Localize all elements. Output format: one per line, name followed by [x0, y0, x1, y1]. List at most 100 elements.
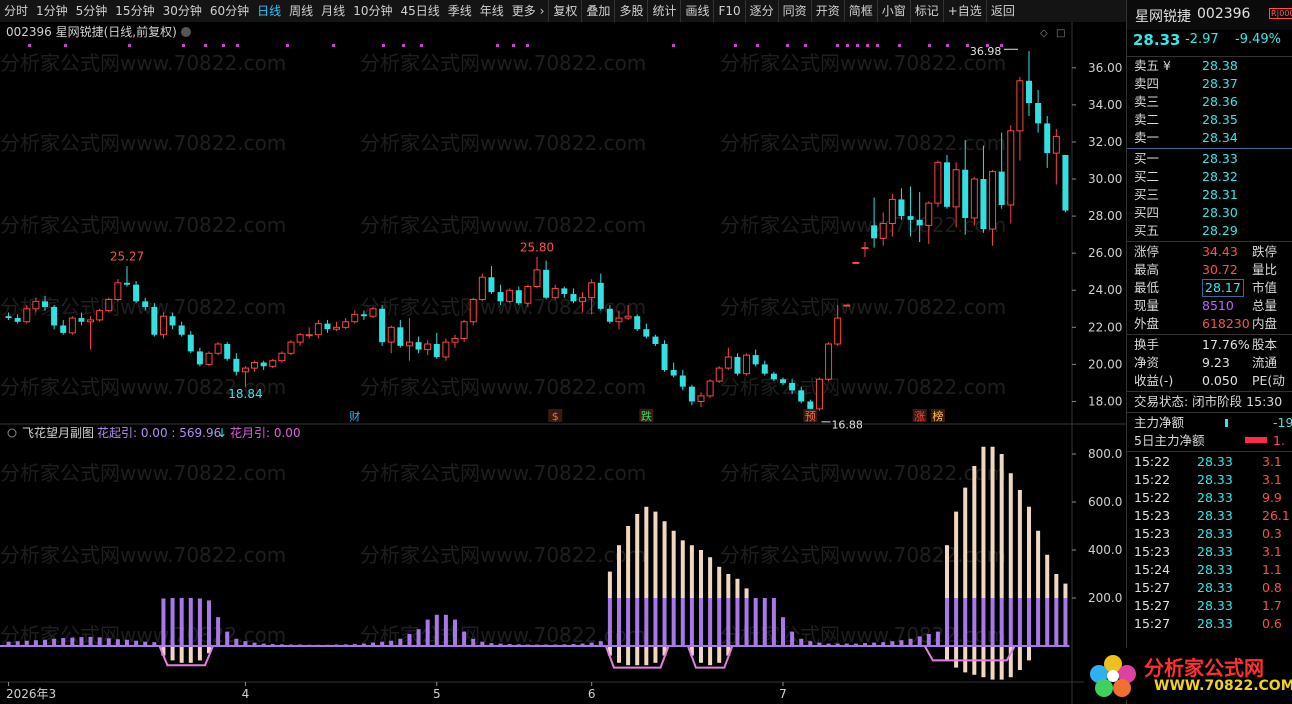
candle-body-95 — [871, 225, 878, 239]
candle-body-36 — [333, 326, 341, 330]
book-mid-line — [1127, 148, 1292, 149]
period-tab-10[interactable]: 45日线 — [396, 0, 443, 22]
tick-vol-0: 3.1 — [1262, 454, 1282, 469]
tick-row-9: 15:27 28.33 0.6 — [1127, 615, 1292, 633]
stat2-label-0: 换手 — [1134, 337, 1160, 352]
candle-body-100 — [916, 219, 923, 226]
candle-body-112 — [1026, 80, 1032, 104]
divider-stats2 — [1127, 391, 1292, 392]
candle-body-28 — [260, 362, 267, 367]
candle-body-20 — [187, 334, 194, 352]
flow-row-0: 主力净额 -19. — [1127, 414, 1292, 432]
tool-button-6[interactable]: 逐分 — [744, 0, 778, 22]
period-tab-13[interactable]: 更多 › — [508, 0, 549, 22]
bid-label-0: 买一 — [1134, 151, 1160, 166]
tool-button-10[interactable]: 小窗 — [876, 0, 910, 22]
period-tab-8[interactable]: 月线 — [317, 0, 349, 22]
tick-price-5: 28.33 — [1197, 544, 1233, 559]
tool-button-7[interactable]: 同资 — [777, 0, 811, 22]
tool-button-11[interactable]: 标记 — [909, 0, 943, 22]
candle-body-54 — [497, 292, 504, 302]
period-tab-4[interactable]: 30分钟 — [159, 0, 206, 22]
tool-button-3[interactable]: 统计 — [647, 0, 680, 22]
candle-body-63 — [579, 297, 587, 302]
candle-body-43 — [397, 327, 404, 346]
stat-value-1: 30.72 — [1202, 262, 1238, 277]
candle-body-66 — [606, 308, 613, 322]
ask-label-3: 卖二 — [1134, 112, 1160, 127]
stat2-value-0: 17.76% — [1202, 337, 1250, 352]
tick-vol-1: 3.1 — [1262, 472, 1282, 487]
signal-marker-20 — [836, 44, 839, 47]
tick-vol-8: 1.7 — [1262, 598, 1282, 613]
period-tab-2[interactable]: 5分钟 — [72, 0, 112, 22]
ask-price-4: 28.34 — [1202, 130, 1238, 145]
candle-body-81 — [743, 354, 751, 375]
watermark-0-1: 分析家公式网www.70822.com — [360, 51, 646, 75]
ask-row-4: 卖一 28.34 — [1127, 129, 1292, 147]
ind-tick-label-3: 200.0 — [1088, 591, 1122, 605]
candle-body-34 — [314, 323, 322, 336]
tool-button-12[interactable]: +自选 — [942, 0, 986, 22]
stat-row-4: 外盘 618230 内盘 — [1127, 315, 1292, 333]
candle-body-78 — [715, 367, 723, 382]
x-label-4: 7 — [779, 687, 787, 701]
ask-row-2: 卖三 28.36 — [1127, 93, 1292, 111]
ask-price-1: 28.37 — [1202, 76, 1238, 91]
signal-marker-22 — [856, 44, 859, 47]
candle-body-74 — [679, 375, 686, 387]
margin-badge: R|000 — [1269, 8, 1292, 19]
stat2-row-1: 净资 9.23 流通 — [1127, 354, 1292, 372]
candle-body-80 — [734, 356, 741, 374]
period-tab-11[interactable]: 季线 — [444, 0, 476, 22]
period-tab-9[interactable]: 10分钟 — [349, 0, 396, 22]
watermark-5-2: 分析家公式网www.70822.com — [720, 461, 1006, 485]
watermark-1-2: 分析家公式网www.70822.com — [720, 131, 1006, 155]
stat-row-2: 最低 28.17 市值 — [1127, 279, 1292, 297]
candle-body-67 — [615, 317, 623, 323]
tool-button-0[interactable]: 复权 — [548, 0, 581, 22]
period-tab-1[interactable]: 1分钟 — [32, 0, 72, 22]
flow-bar-0 — [1225, 419, 1228, 427]
signal-marker-15 — [672, 44, 675, 47]
candle-body-16 — [151, 306, 158, 335]
tool-button-13[interactable]: 返回 — [985, 0, 1019, 22]
period-tab-3[interactable]: 15分钟 — [111, 0, 158, 22]
candle-body-12 — [114, 282, 122, 301]
tool-button-9[interactable]: 简框 — [843, 0, 877, 22]
tool-button-4[interactable]: 画线 — [680, 0, 713, 22]
period-tab-7[interactable]: 周线 — [285, 0, 317, 22]
candle-body-51 — [469, 299, 477, 323]
tool-button-8[interactable]: 开资 — [810, 0, 844, 22]
tool-button-2[interactable]: 多股 — [614, 0, 647, 22]
event-marker-3: 预 — [805, 410, 816, 423]
annotation-low-left: 18.84 — [228, 387, 262, 401]
period-tab-5[interactable]: 60分钟 — [206, 0, 253, 22]
period-tab-0[interactable]: 分时 — [0, 0, 32, 22]
period-tab-12[interactable]: 年线 — [476, 0, 508, 22]
period-tab-6[interactable]: 日线 — [253, 0, 285, 22]
stat-label2-3: 总量 — [1252, 298, 1278, 313]
candle-body-114 — [1044, 123, 1051, 154]
tool-button-1[interactable]: 叠加 — [581, 0, 614, 22]
candle-body-23 — [214, 343, 222, 354]
tick-price-9: 28.33 — [1197, 616, 1233, 631]
candle-body-68 — [624, 315, 632, 319]
tool-button-5[interactable]: F10 — [713, 0, 744, 22]
annotation-low-right: 16.88 — [831, 418, 863, 431]
indicator-name: 飞花望月副图 — [22, 425, 94, 440]
bid-price-0: 28.33 — [1202, 151, 1238, 166]
candle-body-58 — [533, 269, 541, 288]
tick-time-8: 15:27 — [1134, 598, 1171, 613]
candle-body-1 — [14, 318, 21, 322]
logo-url: WWW.70822.COM — [1154, 678, 1292, 694]
tick-time-6: 15:24 — [1134, 562, 1171, 577]
divider-stats — [1127, 334, 1292, 335]
kline-chart[interactable]: 分析家公式网www.70822.com 分析家公式网www.70822.com 分析… — [0, 22, 1126, 704]
watermark-0-2: 分析家公式网www.70822.com — [720, 51, 1006, 75]
tick-time-4: 15:23 — [1134, 526, 1171, 541]
candle-body-52 — [478, 276, 486, 301]
tick-row-1: 15:22 28.33 3.1 — [1127, 471, 1292, 489]
candle-body-57 — [524, 286, 532, 304]
stat2-label2-0: 股本 — [1252, 337, 1278, 352]
